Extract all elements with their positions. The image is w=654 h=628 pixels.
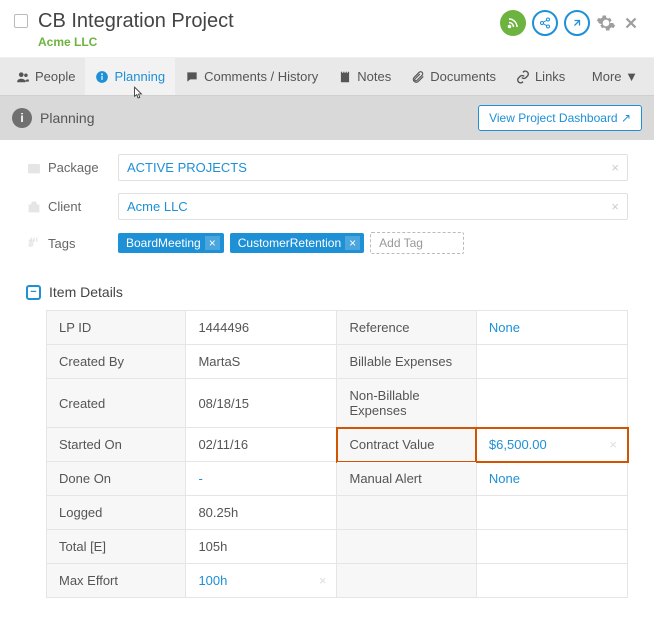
tag-boardmeeting[interactable]: BoardMeeting ×: [118, 233, 224, 253]
detail-label: Manual Alert: [337, 462, 476, 496]
clear-icon[interactable]: ×: [611, 160, 619, 175]
tag-customerretention[interactable]: CustomerRetention ×: [230, 233, 364, 253]
gear-icon[interactable]: [596, 13, 616, 33]
people-icon: [16, 70, 30, 84]
share-button[interactable]: [532, 10, 558, 36]
detail-value[interactable]: 100h×: [186, 564, 337, 598]
detail-label: Total [E]: [47, 530, 186, 564]
info-icon: i: [12, 108, 32, 128]
tab-planning[interactable]: Planning: [85, 58, 175, 95]
tab-notes[interactable]: Notes: [328, 58, 401, 95]
tag-remove-icon[interactable]: ×: [345, 236, 360, 250]
detail-value[interactable]: $6,500.00×: [476, 428, 627, 462]
tab-comments[interactable]: Comments / History: [175, 58, 328, 95]
detail-value: MartaS: [186, 345, 337, 379]
table-row: Logged80.25h: [47, 496, 628, 530]
paperclip-icon: [411, 70, 425, 84]
section-title: Planning: [40, 110, 95, 126]
table-row: Done On-Manual AlertNone: [47, 462, 628, 496]
tab-label: Comments / History: [204, 69, 318, 84]
detail-label: Contract Value: [337, 428, 476, 462]
package-value: ACTIVE PROJECTS: [127, 160, 247, 175]
cursor-icon: [131, 86, 145, 102]
tab-label: Documents: [430, 69, 496, 84]
detail-value: [476, 564, 627, 598]
detail-label: Done On: [47, 462, 186, 496]
client-icon: [26, 199, 48, 215]
detail-value: 02/11/16: [186, 428, 337, 462]
tag-text: BoardMeeting: [126, 236, 201, 250]
svg-text:#: #: [29, 238, 35, 250]
detail-label: [337, 530, 476, 564]
comment-icon: [185, 70, 199, 84]
detail-label: Max Effort: [47, 564, 186, 598]
detail-value: [476, 345, 627, 379]
detail-label: Created: [47, 379, 186, 428]
info-icon: [95, 70, 109, 84]
detail-label: Non-Billable Expenses: [337, 379, 476, 428]
table-row: Total [E]105h: [47, 530, 628, 564]
tab-label: Notes: [357, 69, 391, 84]
tags-icon: #: [26, 235, 48, 251]
detail-value: 105h: [186, 530, 337, 564]
notes-icon: [338, 70, 352, 84]
client-label: Client: [48, 199, 118, 214]
clear-icon[interactable]: ×: [611, 199, 619, 214]
tab-links[interactable]: Links: [506, 58, 575, 95]
clear-icon[interactable]: ×: [609, 437, 617, 452]
client-subtitle[interactable]: Acme LLC: [38, 35, 500, 49]
table-row: Created ByMartaSBillable Expenses: [47, 345, 628, 379]
detail-value: [476, 530, 627, 564]
table-row: Started On02/11/16Contract Value$6,500.0…: [47, 428, 628, 462]
tab-more[interactable]: More ▼: [582, 58, 648, 95]
tab-people[interactable]: People: [6, 58, 85, 95]
table-row: LP ID1444496ReferenceNone: [47, 311, 628, 345]
view-dashboard-button[interactable]: View Project Dashboard ↗: [478, 105, 642, 131]
expand-button[interactable]: [564, 10, 590, 36]
client-input[interactable]: Acme LLC ×: [118, 193, 628, 220]
detail-value: 80.25h: [186, 496, 337, 530]
package-label: Package: [48, 160, 118, 175]
collapse-icon[interactable]: −: [26, 285, 41, 300]
table-row: Max Effort100h×: [47, 564, 628, 598]
tag-text: CustomerRetention: [238, 236, 341, 250]
detail-value[interactable]: None: [476, 462, 627, 496]
tab-label: More ▼: [592, 69, 638, 84]
item-details-table: LP ID1444496ReferenceNoneCreated ByMarta…: [46, 310, 628, 598]
tags-label: Tags: [48, 236, 118, 251]
detail-label: Logged: [47, 496, 186, 530]
detail-value[interactable]: None: [476, 311, 627, 345]
client-value: Acme LLC: [127, 199, 188, 214]
detail-value: [476, 379, 627, 428]
tab-documents[interactable]: Documents: [401, 58, 506, 95]
select-checkbox[interactable]: [14, 14, 28, 28]
detail-label: LP ID: [47, 311, 186, 345]
details-title: Item Details: [49, 284, 123, 300]
detail-label: Billable Expenses: [337, 345, 476, 379]
tab-label: People: [35, 69, 75, 84]
detail-label: [337, 496, 476, 530]
detail-label: Created By: [47, 345, 186, 379]
detail-label: Reference: [337, 311, 476, 345]
link-icon: [516, 70, 530, 84]
tab-bar: People Planning Comments / History Notes…: [0, 58, 654, 96]
table-row: Created08/18/15Non-Billable Expenses: [47, 379, 628, 428]
tag-remove-icon[interactable]: ×: [205, 236, 220, 250]
tab-label: Planning: [114, 69, 165, 84]
project-title: CB Integration Project: [38, 10, 500, 33]
tab-label: Links: [535, 69, 565, 84]
detail-value: 08/18/15: [186, 379, 337, 428]
add-tag-input[interactable]: Add Tag: [370, 232, 464, 254]
detail-label: [337, 564, 476, 598]
package-icon: [26, 160, 48, 176]
close-icon[interactable]: [622, 14, 640, 32]
rss-button[interactable]: [500, 10, 526, 36]
detail-value: [476, 496, 627, 530]
detail-value: 1444496: [186, 311, 337, 345]
detail-label: Started On: [47, 428, 186, 462]
clear-icon[interactable]: ×: [319, 573, 327, 588]
package-input[interactable]: ACTIVE PROJECTS ×: [118, 154, 628, 181]
detail-value[interactable]: -: [186, 462, 337, 496]
